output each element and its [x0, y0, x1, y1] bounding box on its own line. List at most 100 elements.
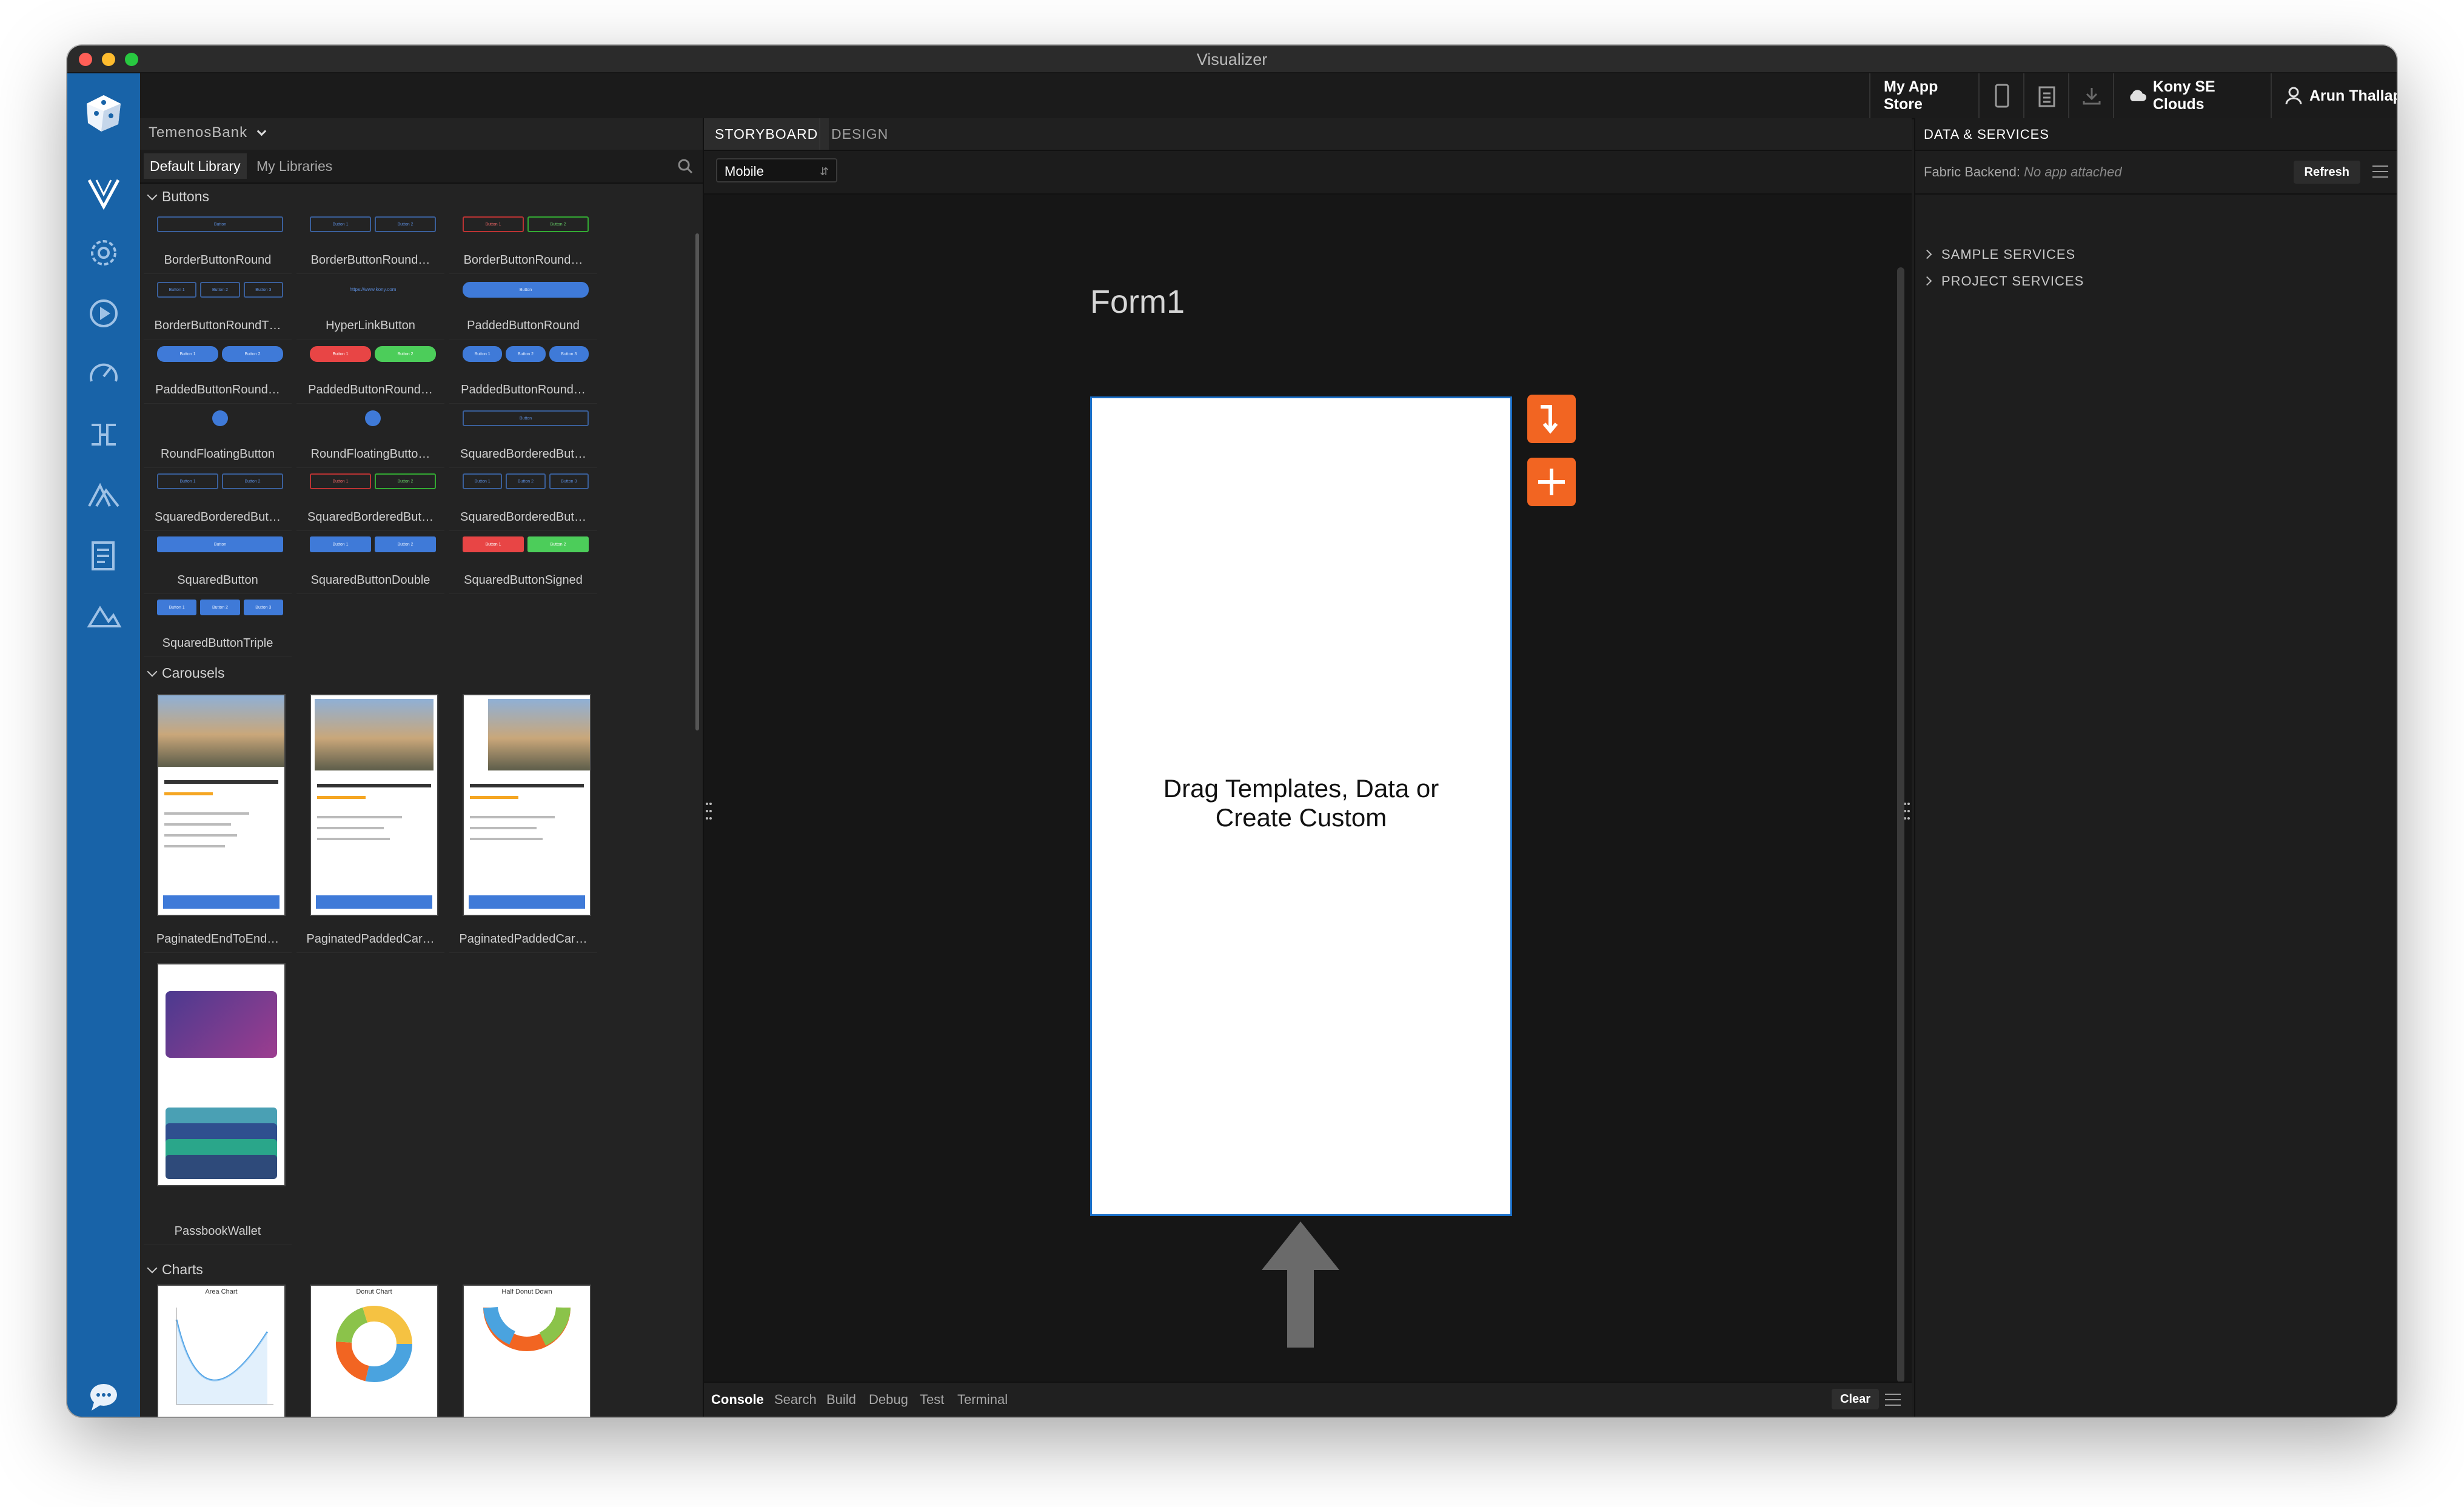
left-splitter-handle[interactable] [705, 801, 712, 821]
library-item[interactable]: Button 1 Button 2 SquaredButtonDouble [296, 530, 444, 594]
navigate-button[interactable] [1527, 395, 1576, 443]
library-item[interactable]: https://www.kony.com HyperLinkButton [296, 276, 444, 339]
menu-icon[interactable] [2372, 165, 2388, 178]
button-thumbnail: Button 2 [375, 536, 436, 552]
gear-icon[interactable] [85, 235, 122, 271]
library-item[interactable]: Button 1 Button 2 Button 3 SquaredBordered… [449, 467, 597, 531]
library-item[interactable]: Button 1 Button 2 PaddedButtonRound… [296, 340, 444, 404]
donut-chart-thumbnail[interactable]: Donut Chart [310, 1285, 438, 1417]
library-item[interactable]: PaginatedPaddedCar… [449, 692, 597, 953]
refresh-button[interactable]: Refresh [2293, 161, 2360, 184]
item-label: RoundFloatingButton [161, 447, 275, 461]
library-item[interactable]: Button 1 Button 2 SquaredBorderedBut… [296, 467, 444, 531]
sample-services-label: SAMPLE SERVICES [1941, 247, 2076, 262]
menu-icon[interactable] [1885, 1394, 1901, 1406]
tab-terminal[interactable]: Terminal [952, 1383, 1013, 1417]
hierarchy-icon[interactable] [85, 416, 122, 453]
data-services-title: DATA & SERVICES [1924, 127, 2049, 142]
tab-storyboard[interactable]: STORYBOARD [704, 118, 829, 150]
cloud-icon [2130, 90, 2146, 101]
canvas-scrollbar[interactable] [1897, 267, 1904, 1383]
library-item[interactable]: Button 1 Button 2 BorderButtonRound… [449, 210, 597, 274]
play-icon[interactable] [85, 295, 122, 332]
item-label: SquaredBorderedBut… [307, 510, 434, 524]
cloud-label: Kony SE Clouds [2152, 78, 2215, 113]
link-thumbnail: https://www.kony.com [349, 287, 397, 292]
item-label: PassbookWallet [174, 1225, 261, 1238]
tab-build[interactable]: Build [822, 1383, 861, 1417]
button-thumbnail: Button 1 [157, 346, 218, 362]
tab-search[interactable]: Search [769, 1383, 822, 1417]
library-item[interactable]: Button BorderButtonRound [144, 210, 292, 274]
window-title: Visualizer [1196, 50, 1268, 68]
item-label: SquaredBorderedBut… [155, 510, 281, 524]
library-item[interactable]: Button 1 Button 2 Button 3 PaddedButtonRou… [449, 340, 597, 404]
chart-thumb-title: Half Donut Down [501, 1288, 552, 1295]
sample-services-row[interactable]: SAMPLE SERVICES [1922, 247, 2076, 262]
fabric-backend-label: Fabric Backend: No app attached [1924, 164, 2122, 180]
dashboard-gauge-icon[interactable] [85, 356, 122, 392]
clear-console-button[interactable]: Clear [1832, 1389, 1880, 1409]
plus-icon [1538, 469, 1565, 495]
clipboard-icon[interactable] [2023, 73, 2069, 118]
library-item[interactable]: Button 1 Button 2 Button 3 SquaredButtonTr… [144, 593, 292, 657]
device-select[interactable]: Mobile ⇵ [716, 158, 837, 182]
area-chart-thumbnail[interactable]: Area Chart [157, 1285, 286, 1417]
tab-my-libraries[interactable]: My Libraries [250, 153, 338, 179]
button-thumbnail: Button 1 [310, 473, 371, 489]
library-item[interactable]: RoundFloatingButton [144, 404, 292, 468]
add-form-button[interactable] [1527, 458, 1576, 506]
visualizer-v-icon[interactable] [85, 175, 122, 212]
tab-test[interactable]: Test [915, 1383, 949, 1417]
tab-design[interactable]: DESIGN [819, 118, 899, 150]
library-item[interactable]: Button 1 Button 2 SquaredButtonSigned [449, 530, 597, 594]
form-title[interactable]: Form1 [1090, 283, 1185, 321]
section-buttons-header[interactable]: Buttons [147, 189, 209, 205]
library-item[interactable]: RoundFloatingButto… [296, 404, 444, 468]
cloud-account-button[interactable]: Kony SE Clouds [2113, 73, 2271, 118]
library-item[interactable]: PassbookWallet [144, 960, 292, 1245]
landscape-icon[interactable] [85, 598, 122, 635]
library-panel: TemenosBank Default Library My Libraries… [140, 118, 704, 1417]
tab-console[interactable]: Console [706, 1383, 769, 1417]
chat-bubble-icon[interactable] [85, 1378, 122, 1414]
canvas-subtoolbar: Mobile ⇵ [704, 151, 1912, 195]
search-icon[interactable] [677, 158, 693, 174]
library-item[interactable]: Button PaddedButtonRound [449, 276, 597, 339]
chart-thumb-title: Donut Chart [356, 1288, 392, 1295]
my-app-store-button[interactable]: My App Store [1869, 73, 1978, 118]
library-item[interactable]: PaginatedEndToEnd… [144, 692, 292, 953]
section-carousels-header[interactable]: Carousels [147, 665, 225, 681]
button-thumbnail: Button 1 [157, 600, 197, 615]
chevron-down-icon [147, 190, 158, 201]
item-label: RoundFloatingButto… [310, 447, 430, 461]
project-selector[interactable]: TemenosBank [149, 124, 267, 141]
library-item[interactable]: Button 1 Button 2 SquaredBorderedBut… [144, 467, 292, 531]
item-label: PaddedButtonRound… [155, 383, 280, 396]
user-account-button[interactable]: Arun Thallapelly [2271, 73, 2397, 118]
library-item[interactable]: PaginatedPaddedCar… [296, 692, 444, 953]
app-logo-icon[interactable] [83, 93, 124, 134]
mountain-icon[interactable] [85, 477, 122, 513]
download-icon[interactable] [2068, 73, 2114, 118]
document-list-icon[interactable] [85, 538, 122, 574]
library-scroll-area[interactable]: Buttons Button BorderButtonRound Button … [140, 184, 703, 1417]
library-item[interactable]: Button 1 Button 2 PaddedButtonRound… [144, 340, 292, 404]
library-scrollbar[interactable] [695, 233, 699, 730]
half-donut-chart-thumbnail[interactable]: Half Donut Down [463, 1285, 591, 1417]
project-services-row[interactable]: PROJECT SERVICES [1922, 273, 2084, 289]
button-thumbnail: Button 2 [375, 216, 436, 232]
library-item[interactable]: Button 1 Button 2 BorderButtonRound… [296, 210, 444, 274]
item-label: PaddedButtonRound [467, 319, 580, 332]
tab-default-library[interactable]: Default Library [144, 153, 247, 179]
library-item[interactable]: Button SquaredButton [144, 530, 292, 594]
section-charts-label: Charts [162, 1261, 203, 1277]
library-item[interactable]: Button 1 Button 2 Button 3 BorderButtonRou… [144, 276, 292, 339]
button-thumbnail: Button 1 [463, 536, 524, 552]
library-item[interactable]: Button SquaredBorderedBut… [449, 404, 597, 468]
mobile-device-icon[interactable] [1978, 73, 2024, 118]
project-name: TemenosBank [149, 124, 248, 141]
tab-debug[interactable]: Debug [864, 1383, 913, 1417]
form-canvas[interactable]: Drag Templates, Data or Create Custom [1090, 396, 1512, 1216]
section-charts-header[interactable]: Charts [147, 1261, 203, 1278]
